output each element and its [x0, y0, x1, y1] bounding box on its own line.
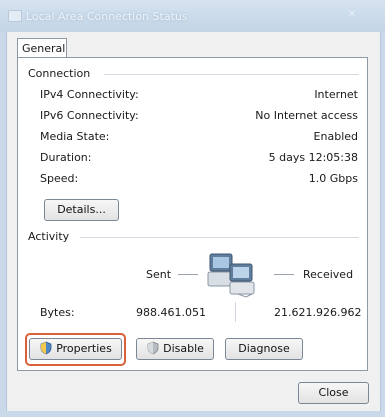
ipv6-label: IPv6 Connectivity: — [40, 109, 139, 122]
media-state-label: Media State: — [40, 130, 110, 143]
activity-divider — [80, 237, 359, 238]
speed-label: Speed: — [40, 172, 79, 185]
details-button[interactable]: Details... — [44, 199, 119, 221]
sent-line — [178, 274, 198, 275]
dialog-window: General Connection IPv4 Connectivity: In… — [6, 32, 381, 411]
connection-heading: Connection — [28, 67, 91, 80]
ipv4-value: Internet — [314, 88, 358, 101]
properties-button[interactable]: Properties — [29, 338, 122, 360]
duration-value: 5 days 12:05:38 — [268, 151, 358, 164]
title-close-button[interactable]: ✕ — [337, 9, 367, 23]
network-icon — [8, 10, 22, 22]
shield-icon — [40, 341, 52, 355]
activity-separator — [235, 302, 236, 322]
tab-general[interactable]: General — [17, 38, 67, 58]
shield-icon — [147, 341, 159, 355]
ipv6-value: No Internet access — [255, 109, 358, 122]
received-line — [274, 274, 294, 275]
sent-label: Sent — [146, 268, 172, 281]
general-panel: Connection IPv4 Connectivity: Internet I… — [17, 57, 368, 371]
bytes-sent-value: 988.461.051 — [136, 306, 206, 319]
properties-label: Properties — [56, 342, 112, 355]
disable-button[interactable]: Disable — [136, 338, 214, 360]
media-state-value: Enabled — [313, 130, 358, 143]
title-bar: Local Area Connection Status ✕ — [0, 0, 385, 32]
activity-heading: Activity — [28, 230, 70, 243]
window-title: Local Area Connection Status — [26, 10, 188, 23]
diagnose-button[interactable]: Diagnose — [225, 338, 303, 360]
connection-divider — [104, 74, 359, 75]
speed-value: 1.0 Gbps — [308, 172, 358, 185]
bytes-label: Bytes: — [40, 306, 75, 319]
close-button[interactable]: Close — [298, 382, 369, 404]
ipv4-label: IPv4 Connectivity: — [40, 88, 139, 101]
network-computers-icon — [207, 253, 255, 298]
duration-label: Duration: — [40, 151, 92, 164]
bytes-received-value: 21.621.926.962 — [274, 306, 362, 319]
disable-label: Disable — [163, 342, 204, 355]
received-label: Received — [303, 268, 354, 281]
